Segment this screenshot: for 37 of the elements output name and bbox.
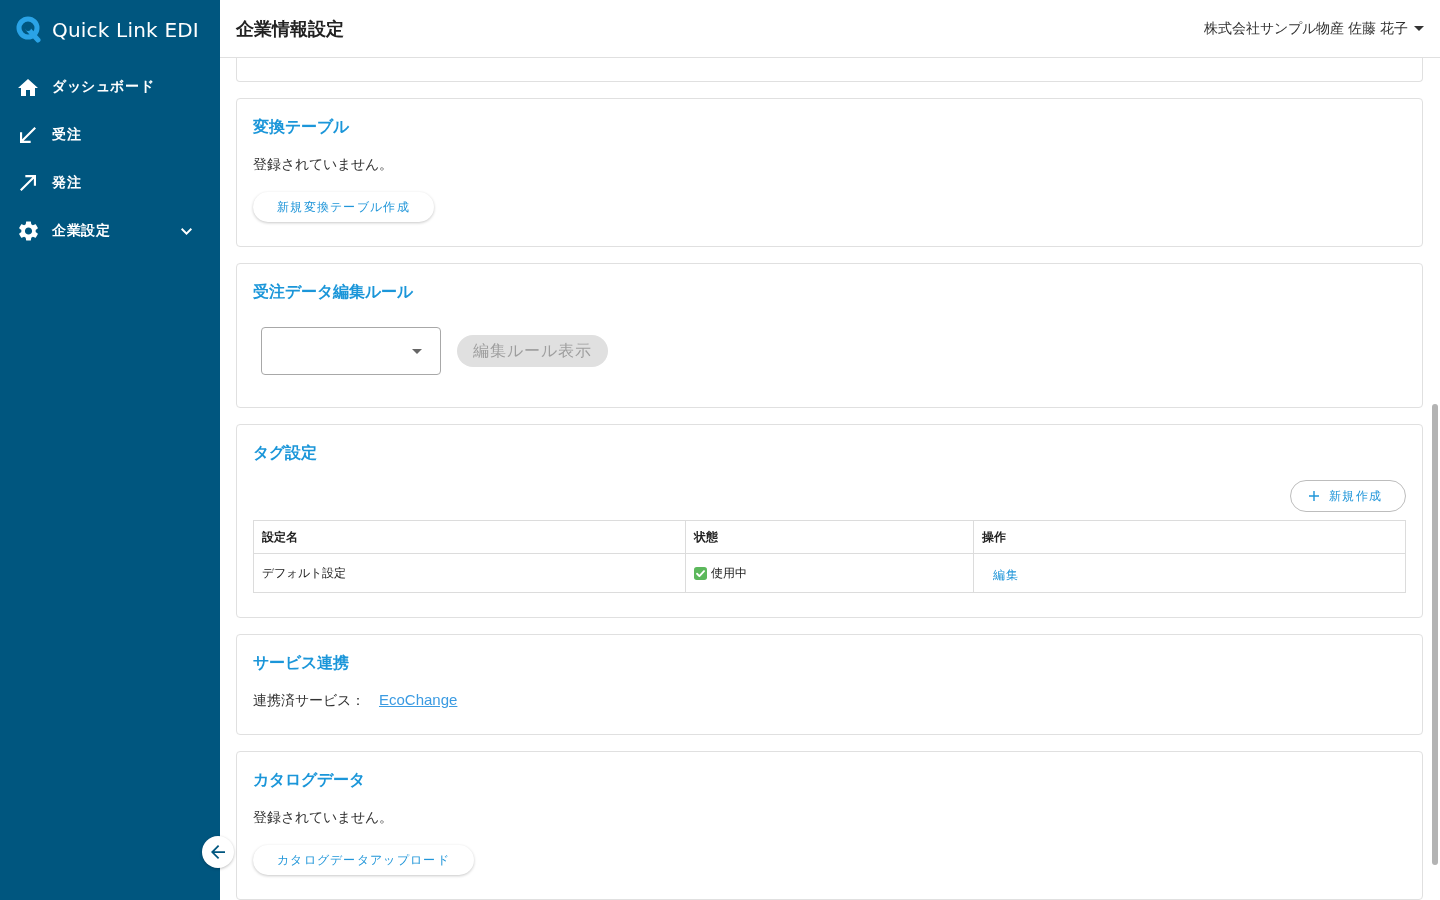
gear-icon <box>18 221 38 241</box>
section-title: タグ設定 <box>253 443 318 463</box>
edit-button[interactable]: 編集 <box>982 560 1031 586</box>
collapse-button[interactable] <box>202 836 234 868</box>
caret-down-icon <box>412 348 422 354</box>
arrow-down-left-icon <box>20 127 36 143</box>
logo-icon <box>16 16 42 43</box>
home-icon <box>18 78 38 96</box>
table-header-cell: 状態 <box>685 520 974 554</box>
sidebar-item[interactable]: 企業設定 <box>0 207 220 255</box>
empty-message: 登録されていません。 <box>253 155 394 174</box>
section-title: サービス連携 <box>253 653 350 673</box>
scrollbar[interactable] <box>1432 404 1438 865</box>
page-title: 企業情報設定 <box>236 17 344 41</box>
plus-icon <box>1309 491 1320 501</box>
user-menu[interactable]: 株式会社サンプル物産 佐藤 花子 <box>1204 19 1424 38</box>
dropdown-field[interactable] <box>261 327 441 375</box>
table-cell: デフォルト設定 <box>253 553 686 593</box>
arrow-left-icon <box>211 845 225 859</box>
empty-message: 登録されていません。 <box>253 808 394 827</box>
action-button[interactable]: カタログデータアップロード <box>253 845 474 875</box>
sidebar-item[interactable]: 受注 <box>0 111 220 159</box>
caret-down-icon <box>1414 26 1424 31</box>
action-button[interactable]: 新規変換テーブル作成 <box>253 192 434 222</box>
sidebar-item[interactable]: 発注 <box>0 159 220 207</box>
logo-text: Quick Link EDI <box>52 17 199 42</box>
field-label: 連携済サービス： <box>253 691 365 710</box>
section-title: 変換テーブル <box>253 117 350 137</box>
table-header-cell: 設定名 <box>253 520 686 554</box>
sidebar-item[interactable]: ダッシュボード <box>0 63 220 111</box>
table-header-cell: 操作 <box>973 520 1406 554</box>
section-title: カタログデータ <box>253 770 366 790</box>
arrow-up-right-icon <box>20 175 36 191</box>
add-button[interactable]: 新規作成 <box>1290 480 1406 512</box>
service-link[interactable]: EcoChange <box>379 690 458 710</box>
status-text: 使用中 <box>711 564 747 582</box>
section-title: 受注データ編集ルール <box>253 282 414 302</box>
